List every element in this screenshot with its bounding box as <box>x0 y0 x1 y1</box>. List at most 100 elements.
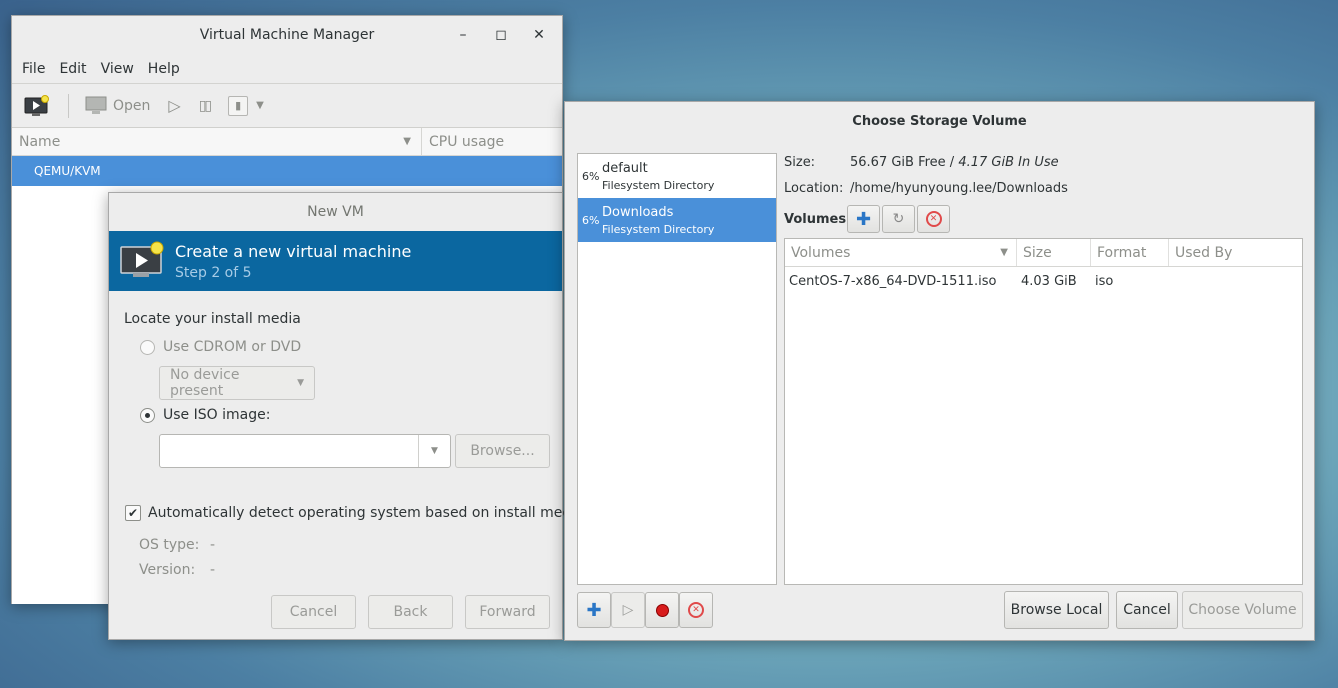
choose-volume-button[interactable]: Choose Volume <box>1182 591 1303 629</box>
iso-label: Use ISO image: <box>163 407 271 423</box>
delete-icon: ✕ <box>688 602 704 618</box>
column-size[interactable]: Size <box>1017 239 1091 266</box>
stop-icon <box>655 603 669 617</box>
iso-path-input[interactable] <box>160 435 418 467</box>
new-vm-icon <box>24 94 49 116</box>
vmm-toolbar: Open ▷ ▯▯ ▮ ▼ <box>12 84 562 128</box>
volume-used-by <box>1169 267 1302 295</box>
new-vm-button[interactable] <box>24 94 50 117</box>
toolbar-separator <box>68 93 69 118</box>
auto-detect-label: Automatically detect operating system ba… <box>148 505 584 521</box>
delete-volume-button[interactable]: ✕ <box>917 205 950 233</box>
maximize-icon[interactable]: ◻ <box>482 27 520 43</box>
cdrom-option[interactable]: Use CDROM or DVD <box>140 339 301 355</box>
volume-table-header: Volumes ▼ Size Format Used By <box>785 239 1302 267</box>
power-icon: ▮ <box>228 95 249 116</box>
volume-size: 4.03 GiB <box>1021 273 1077 289</box>
refresh-volumes-button[interactable]: ↻ <box>882 205 915 233</box>
no-device-label: No device present <box>170 367 240 399</box>
close-icon[interactable]: ✕ <box>520 27 558 43</box>
iso-option[interactable]: Use ISO image: <box>140 407 270 423</box>
iso-radio[interactable] <box>140 407 155 423</box>
storage-cancel-button[interactable]: Cancel <box>1116 591 1178 629</box>
menu-edit[interactable]: Edit <box>57 61 88 77</box>
column-format-label: Format <box>1097 244 1147 261</box>
auto-detect-option[interactable]: ✔ Automatically detect operating system … <box>125 505 584 521</box>
os-type-value: - <box>210 537 216 553</box>
version-label: Version: <box>139 562 196 578</box>
menu-file[interactable]: File <box>20 61 47 77</box>
pool-name: Downloads <box>602 204 674 220</box>
column-volumes-label: Volumes <box>791 244 851 261</box>
browse-label: Browse... <box>470 443 535 459</box>
column-used-by[interactable]: Used By <box>1169 239 1302 266</box>
open-button[interactable]: Open <box>85 96 150 116</box>
banner-step: Step 2 of 5 <box>175 264 252 281</box>
delete-pool-button[interactable]: ✕ <box>679 592 713 628</box>
browse-local-button[interactable]: Browse Local <box>1004 591 1109 629</box>
new-vm-dialog: New VM Create a new virtual machine Step… <box>108 192 584 640</box>
column-volumes[interactable]: Volumes ▼ <box>785 239 1017 266</box>
size-free: 56.67 GiB Free / <box>850 155 959 170</box>
menubar: File Edit View Help <box>12 54 562 84</box>
cancel-button[interactable]: Cancel <box>271 595 356 629</box>
volume-actions: ✚ ↻ ✕ <box>847 205 950 233</box>
pool-item-default[interactable]: 6% default Filesystem Directory <box>578 154 776 198</box>
refresh-icon: ↻ <box>892 211 905 227</box>
browse-local-label: Browse Local <box>1010 602 1103 618</box>
column-cpu-usage[interactable]: CPU usage <box>422 128 562 155</box>
pause-button[interactable]: ▯▯ <box>199 98 212 114</box>
column-format[interactable]: Format <box>1091 239 1169 266</box>
locate-media-label: Locate your install media <box>124 311 301 327</box>
run-button[interactable]: ▷ <box>168 96 180 115</box>
chevron-down-icon: ▼ <box>431 446 438 456</box>
volume-format: iso <box>1095 273 1114 289</box>
size-label: Size: <box>784 155 816 170</box>
vmm-titlebar[interactable]: Virtual Machine Manager – ◻ ✕ <box>12 16 562 54</box>
pool-usage: 6% <box>582 169 600 183</box>
shutdown-button[interactable]: ▮ <box>228 95 249 116</box>
storage-titlebar[interactable]: Choose Storage Volume <box>565 102 1314 140</box>
stop-pool-button[interactable] <box>645 592 679 628</box>
play-icon: ▷ <box>168 96 181 115</box>
storage-cancel-label: Cancel <box>1123 602 1171 618</box>
auto-detect-checkbox[interactable]: ✔ <box>125 505 141 521</box>
cdrom-radio[interactable] <box>140 339 155 355</box>
back-label: Back <box>393 604 428 620</box>
sort-chevron-icon: ▼ <box>403 136 411 147</box>
sort-chevron-icon: ▼ <box>1000 247 1008 258</box>
menu-help[interactable]: Help <box>146 61 182 77</box>
choose-storage-dialog: Choose Storage Volume 6% default Filesys… <box>564 101 1315 641</box>
start-pool-button[interactable]: ▷ <box>611 592 645 628</box>
delete-icon: ✕ <box>925 211 942 227</box>
play-icon: ▷ <box>622 602 634 618</box>
new-vm-banner-icon <box>120 241 164 277</box>
browse-button[interactable]: Browse... <box>455 434 550 468</box>
iso-dropdown-button[interactable]: ▼ <box>418 435 450 467</box>
cdrom-label: Use CDROM or DVD <box>163 339 302 355</box>
add-pool-button[interactable]: ✚ <box>577 592 611 628</box>
back-button[interactable]: Back <box>368 595 453 629</box>
minimize-icon[interactable]: – <box>444 27 482 43</box>
menu-view[interactable]: View <box>99 61 136 77</box>
forward-label: Forward <box>479 604 536 620</box>
column-cpu-label: CPU usage <box>429 133 505 150</box>
shutdown-menu-button[interactable]: ▼ <box>256 100 264 111</box>
plus-icon: ✚ <box>586 599 602 621</box>
open-label: Open <box>113 97 151 114</box>
new-vm-titlebar[interactable]: New VM <box>109 193 562 231</box>
monitor-icon <box>85 96 107 114</box>
column-name[interactable]: Name ▼ <box>12 128 422 155</box>
table-row[interactable]: CentOS-7-x86_64-DVD-1511.iso 4.03 GiB is… <box>785 267 1302 295</box>
column-size-label: Size <box>1023 244 1052 261</box>
size-value: 56.67 GiB Free / 4.17 GiB In Use <box>850 155 1059 170</box>
connection-row[interactable]: QEMU/KVM <box>12 156 562 186</box>
forward-button[interactable]: Forward <box>465 595 550 629</box>
plus-icon: ✚ <box>855 208 872 230</box>
column-used-by-label: Used By <box>1175 244 1233 261</box>
cdrom-device-select[interactable]: No device present ▼ <box>159 366 315 400</box>
volume-name: CentOS-7-x86_64-DVD-1511.iso <box>789 273 997 289</box>
add-volume-button[interactable]: ✚ <box>847 205 880 233</box>
pool-item-downloads[interactable]: 6% Downloads Filesystem Directory <box>578 198 776 242</box>
volume-table: Volumes ▼ Size Format Used By CentOS-7-x… <box>784 238 1303 585</box>
